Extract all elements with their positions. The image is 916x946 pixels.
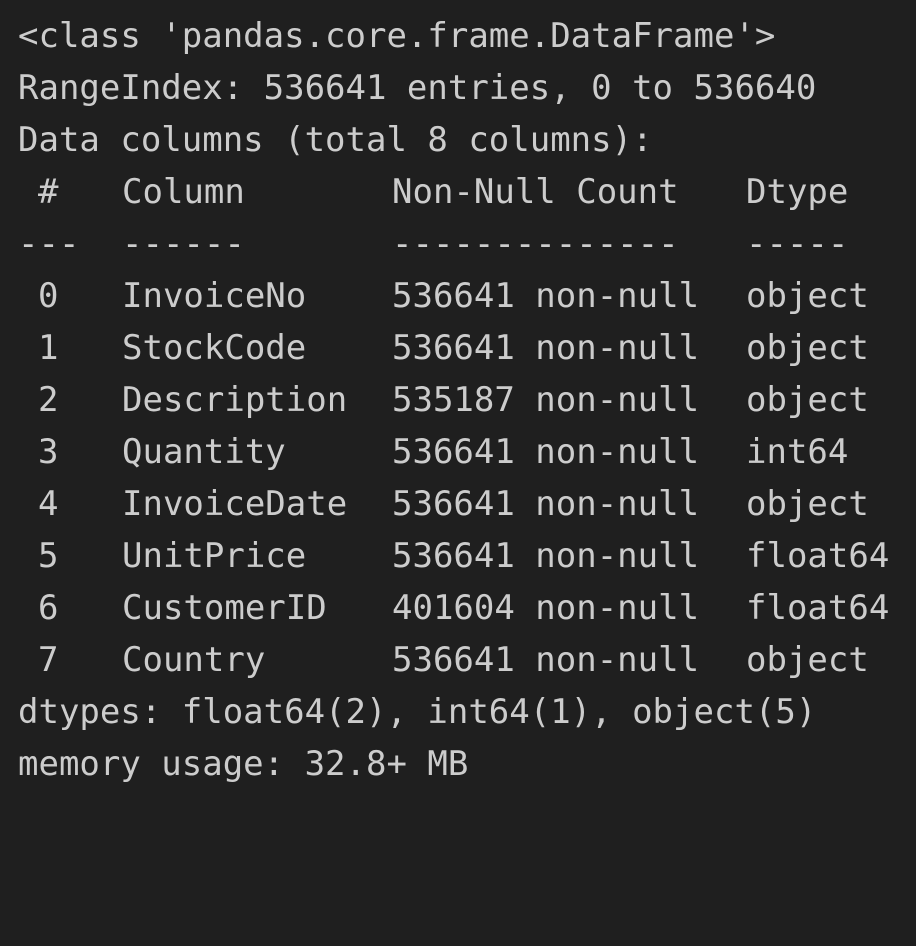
header-column: Column [122, 172, 245, 212]
row-count: 536641 non-null [392, 432, 700, 472]
row-dtype: object [746, 380, 869, 420]
data-columns-line: Data columns (total 8 columns): [18, 120, 653, 160]
table-row: 7 Country 536641 non-null object [0, 634, 916, 686]
table-header-row: # Column Non-Null Count Dtype [0, 166, 916, 218]
row-dtype: float64 [746, 536, 890, 576]
row-count: 536641 non-null [392, 536, 700, 576]
table-row: 2 Description 535187 non-null object [0, 374, 916, 426]
row-count: 536641 non-null [392, 484, 700, 524]
row-index: 1 [38, 328, 59, 368]
row-dtype: int64 [746, 432, 849, 472]
header-dtype: Dtype [746, 172, 849, 212]
table-row: 5 UnitPrice 536641 non-null float64 [0, 530, 916, 582]
row-column: InvoiceDate [122, 484, 348, 524]
row-dtype: float64 [746, 588, 890, 628]
dtypes-summary: dtypes: float64(2), int64(1), object(5) [18, 692, 817, 732]
row-column: CustomerID [122, 588, 327, 628]
row-column: StockCode [122, 328, 307, 368]
table-row: 1 StockCode 536641 non-null object [0, 322, 916, 374]
header-non-null-count: Non-Null Count [392, 172, 679, 212]
row-column: UnitPrice [122, 536, 307, 576]
class-line: <class 'pandas.core.frame.DataFrame'> [18, 16, 776, 56]
row-dtype: object [746, 276, 869, 316]
separator-count: -------------- [392, 224, 679, 264]
row-count: 536641 non-null [392, 276, 700, 316]
row-count: 536641 non-null [392, 640, 700, 680]
row-index: 3 [38, 432, 59, 472]
row-index: 5 [38, 536, 59, 576]
row-column: Description [122, 380, 348, 420]
header-index: # [38, 172, 59, 212]
separator-dtype: ----- [746, 224, 849, 264]
range-index-line: RangeIndex: 536641 entries, 0 to 536640 [18, 68, 817, 108]
table-row: 0 InvoiceNo 536641 non-null object [0, 270, 916, 322]
row-index: 4 [38, 484, 59, 524]
row-dtype: object [746, 484, 869, 524]
separator-column: ------ [122, 224, 245, 264]
table-row: 4 InvoiceDate 536641 non-null object [0, 478, 916, 530]
console-output: <class 'pandas.core.frame.DataFrame'> Ra… [0, 0, 916, 806]
row-column: InvoiceNo [122, 276, 307, 316]
row-dtype: object [746, 640, 869, 680]
row-index: 7 [38, 640, 59, 680]
row-index: 2 [38, 380, 59, 420]
memory-usage: memory usage: 32.8+ MB [18, 744, 469, 784]
separator-index: --- [18, 224, 80, 264]
table-separator-row: --- ------ -------------- ----- [0, 218, 916, 270]
row-dtype: object [746, 328, 869, 368]
table-row: 3 Quantity 536641 non-null int64 [0, 426, 916, 478]
row-index: 6 [38, 588, 59, 628]
row-count: 536641 non-null [392, 328, 700, 368]
row-column: Country [122, 640, 266, 680]
row-count: 535187 non-null [392, 380, 700, 420]
row-count: 401604 non-null [392, 588, 700, 628]
table-row: 6 CustomerID 401604 non-null float64 [0, 582, 916, 634]
row-column: Quantity [122, 432, 286, 472]
row-index: 0 [38, 276, 59, 316]
